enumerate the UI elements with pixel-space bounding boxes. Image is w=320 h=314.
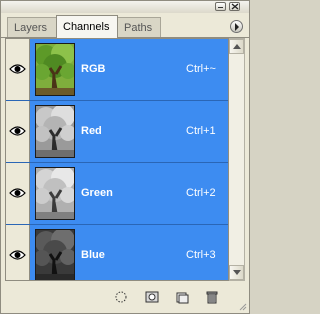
close-button[interactable] [229, 2, 240, 11]
resize-grip-icon[interactable] [237, 301, 247, 311]
channel-name: Green [81, 187, 113, 199]
load-selection-icon[interactable] [114, 290, 128, 304]
vertical-scrollbar[interactable] [229, 38, 245, 281]
tab-layers[interactable]: Layers [7, 17, 57, 37]
triangle-right-icon [235, 23, 239, 31]
channel-thumbnail-rgb [35, 43, 75, 96]
visibility-toggle[interactable] [6, 225, 30, 280]
delete-channel-icon[interactable] [205, 290, 219, 304]
channel-shortcut: Ctrl+~ [186, 63, 216, 75]
scroll-up-button[interactable] [229, 39, 244, 54]
channel-row-red[interactable]: Red Ctrl+1 [6, 101, 228, 163]
channel-list: RGB Ctrl+~ Red Ctrl+1 Green Ctrl+2 Blue … [5, 38, 229, 281]
channel-thumbnail-blue [35, 229, 75, 280]
channel-shortcut: Ctrl+3 [186, 249, 216, 261]
panel-menu-button[interactable] [230, 20, 243, 33]
eye-icon [9, 126, 26, 136]
chevron-down-icon [233, 270, 241, 275]
minimize-button[interactable] [215, 2, 226, 11]
tab-strip: Layers Channels Paths [1, 15, 249, 38]
eye-icon [9, 188, 26, 198]
channel-name: RGB [81, 63, 106, 75]
close-icon [231, 3, 239, 10]
channel-name: Blue [81, 249, 105, 261]
save-selection-icon[interactable] [145, 290, 159, 304]
scroll-down-button[interactable] [229, 265, 244, 280]
channel-thumbnail-red [35, 105, 75, 158]
visibility-toggle[interactable] [6, 39, 30, 100]
channel-thumbnail-green [35, 167, 75, 220]
eye-icon [9, 64, 26, 74]
visibility-toggle[interactable] [6, 163, 30, 224]
new-channel-icon[interactable] [175, 290, 189, 304]
visibility-toggle[interactable] [6, 101, 30, 162]
channel-row-green[interactable]: Green Ctrl+2 [6, 163, 228, 225]
panel-titlebar[interactable] [1, 1, 249, 13]
tab-channels[interactable]: Channels [56, 15, 118, 38]
eye-icon [9, 250, 26, 260]
channels-panel: Layers Channels Paths RGB Ctrl+~ Red Ctr… [0, 0, 250, 314]
tab-paths[interactable]: Paths [117, 17, 161, 37]
chevron-up-icon [233, 44, 241, 49]
panel-footer [1, 283, 249, 313]
channel-shortcut: Ctrl+1 [186, 125, 216, 137]
channel-shortcut: Ctrl+2 [186, 187, 216, 199]
channel-row-blue[interactable]: Blue Ctrl+3 [6, 225, 228, 280]
channel-name: Red [81, 125, 102, 137]
channel-row-rgb[interactable]: RGB Ctrl+~ [6, 39, 228, 101]
